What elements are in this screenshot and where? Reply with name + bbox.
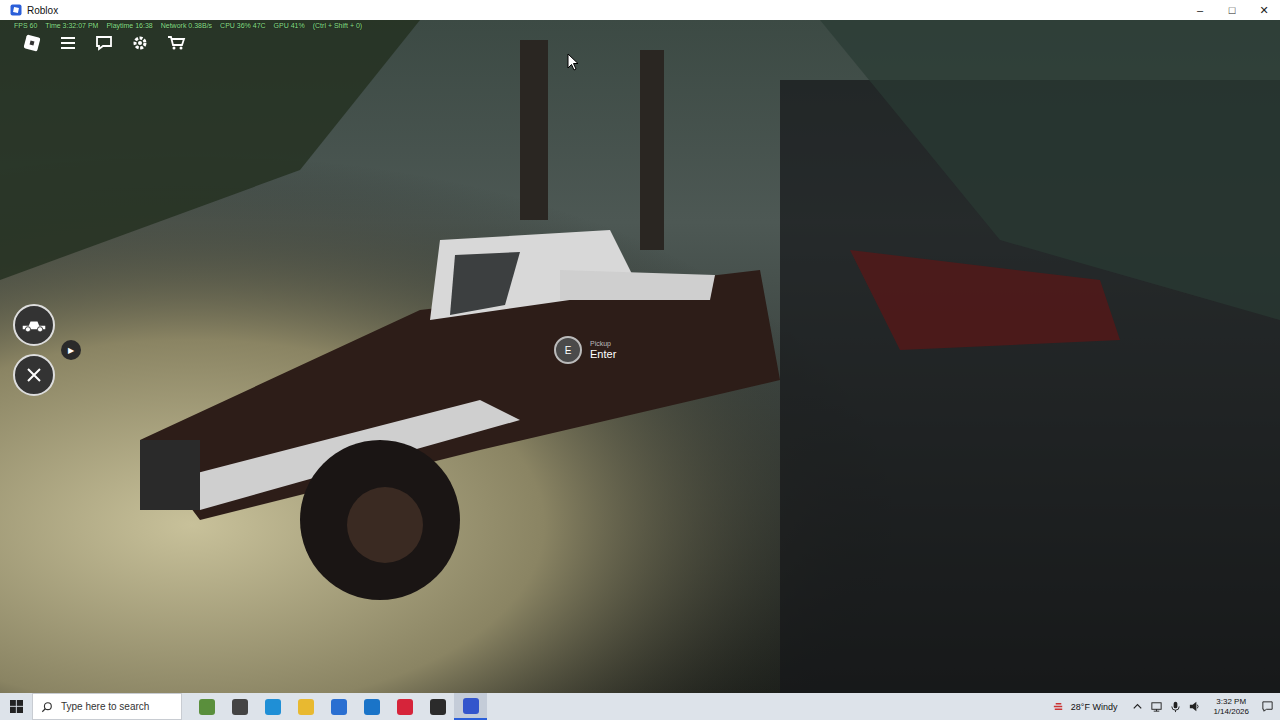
truck-icon: [21, 315, 47, 335]
taskbar-app[interactable]: [355, 693, 388, 720]
roblox-icon: [10, 4, 22, 16]
taskbar-app[interactable]: [322, 693, 355, 720]
app-icon: [364, 699, 380, 715]
taskbar-app[interactable]: [223, 693, 256, 720]
taskbar: Type here to search 28°F Windy 3:32 PM1/14…: [0, 693, 1280, 720]
window-title: Roblox: [27, 5, 58, 16]
taskbar-app[interactable]: [421, 693, 454, 720]
windows-logo-icon: [10, 700, 23, 713]
play-button[interactable]: ▶: [61, 340, 81, 360]
stat-text: GPU 41%: [274, 22, 305, 29]
network-icon[interactable]: [1150, 700, 1163, 713]
app-icon: [232, 699, 248, 715]
app-icon: [298, 699, 314, 715]
window-control-button[interactable]: □: [1216, 0, 1248, 20]
search-icon: [41, 701, 53, 713]
taskbar-app[interactable]: [256, 693, 289, 720]
system-tray: 28°F Windy 3:32 PM1/14/2026: [1052, 697, 1280, 715]
microphone-icon[interactable]: [1169, 700, 1182, 713]
close-button[interactable]: [13, 354, 55, 396]
search-placeholder: Type here to search: [61, 701, 149, 712]
window-control-button[interactable]: ✕: [1248, 0, 1280, 20]
stat-text: Playtime 16:38: [106, 22, 152, 29]
taskbar-app[interactable]: [388, 693, 421, 720]
stats-bar: FPS 60 Time 3:32:07 PM Playtime 16:38 Netwo…: [14, 22, 362, 29]
game-scene-icon: [0, 20, 1280, 693]
vehicle-controls: ▶: [13, 304, 81, 396]
taskbar-app[interactable]: [454, 693, 487, 720]
taskbar-app[interactable]: [190, 693, 223, 720]
x-icon: [21, 365, 47, 385]
chevron-up-icon[interactable]: [1131, 700, 1144, 713]
menu-icon[interactable]: [58, 33, 78, 53]
gear-icon[interactable]: [130, 33, 150, 53]
mouse-cursor-icon: [567, 53, 579, 71]
roblox-logo-icon[interactable]: [22, 33, 42, 53]
clock-time: 3:32 PM: [1216, 697, 1246, 706]
screen: Roblox –□✕ FPS 60 Time 3:32:07 PM Playtime 1…: [0, 0, 1280, 720]
app-icon: [397, 699, 413, 715]
clock[interactable]: 3:32 PM1/14/2026: [1213, 697, 1249, 715]
proximity-prompt[interactable]: E PickupEnter: [554, 336, 616, 364]
app-icon: [265, 699, 281, 715]
app-icon: [430, 699, 446, 715]
chat-icon[interactable]: [94, 33, 114, 53]
volume-icon[interactable]: [1188, 700, 1201, 713]
app-icon: [331, 699, 347, 715]
clock-date: 1/14/2026: [1213, 707, 1249, 716]
cart-icon[interactable]: [166, 33, 186, 53]
stat-text: Network 0.38B/s: [161, 22, 212, 29]
prompt-object: Pickup: [590, 340, 616, 348]
vehicle-button[interactable]: [13, 304, 55, 346]
stat-text: (Ctrl + Shift + 0): [313, 22, 362, 29]
weather-icon: [1052, 700, 1065, 713]
weather-text[interactable]: 28°F Windy: [1071, 702, 1118, 712]
app-icon: [463, 698, 479, 714]
search-box[interactable]: Type here to search: [32, 693, 182, 720]
game-viewport[interactable]: FPS 60 Time 3:32:07 PM Playtime 16:38 Netwo…: [0, 20, 1280, 693]
start-button[interactable]: [0, 693, 32, 720]
title-bar: Roblox –□✕: [0, 0, 1280, 20]
roblox-topbar: [22, 33, 186, 53]
app-icon: [199, 699, 215, 715]
taskbar-app[interactable]: [289, 693, 322, 720]
stat-text: CPU 36% 47C: [220, 22, 266, 29]
notification-icon[interactable]: [1261, 700, 1274, 713]
prompt-action: Enter: [590, 348, 616, 361]
stat-text: FPS 60: [14, 22, 37, 29]
prompt-key[interactable]: E: [554, 336, 582, 364]
stat-text: Time 3:32:07 PM: [45, 22, 98, 29]
window-control-button[interactable]: –: [1184, 0, 1216, 20]
